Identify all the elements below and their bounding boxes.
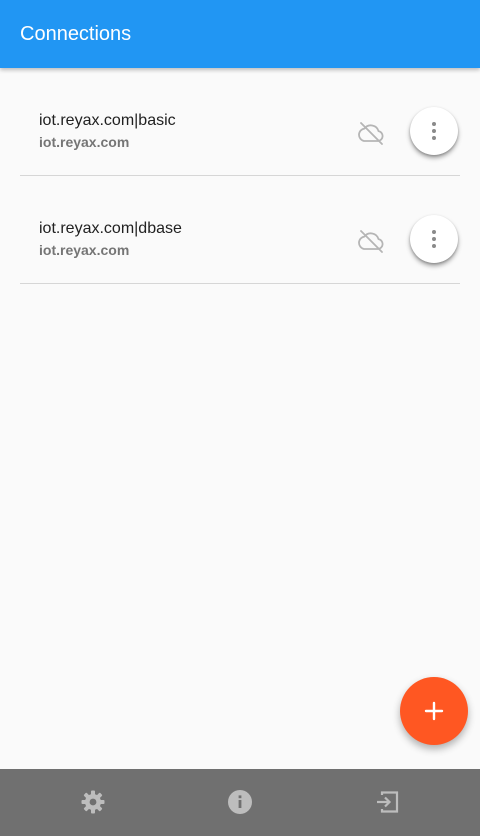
page-title: Connections — [20, 23, 132, 45]
connection-item[interactable]: iot.reyax.com|basic iot.reyax.com — [20, 68, 460, 176]
exit-button[interactable] — [370, 785, 404, 819]
cloud-off-icon — [358, 230, 384, 253]
settings-gear-icon — [81, 790, 105, 814]
bottom-nav-bar — [0, 769, 480, 836]
connection-name: iot.reyax.com|basic — [39, 112, 176, 129]
settings-button[interactable] — [76, 785, 110, 819]
more-vert-icon — [432, 122, 436, 140]
connection-menu-button[interactable] — [410, 107, 458, 155]
app-bar: Connections — [0, 0, 480, 68]
connection-host: iot.reyax.com — [39, 134, 130, 150]
info-icon — [228, 790, 252, 814]
info-button[interactable] — [223, 785, 257, 819]
add-connection-button[interactable] — [400, 677, 468, 745]
connection-host: iot.reyax.com — [39, 242, 130, 258]
connection-name: iot.reyax.com|dbase — [39, 220, 182, 237]
more-vert-icon — [432, 230, 436, 248]
connections-list: iot.reyax.com|basic iot.reyax.com iot.re… — [0, 68, 480, 284]
connection-item[interactable]: iot.reyax.com|dbase iot.reyax.com — [20, 176, 460, 284]
cloud-off-icon — [358, 122, 384, 145]
plus-icon — [424, 701, 444, 721]
connection-menu-button[interactable] — [410, 215, 458, 263]
exit-icon — [377, 791, 399, 813]
